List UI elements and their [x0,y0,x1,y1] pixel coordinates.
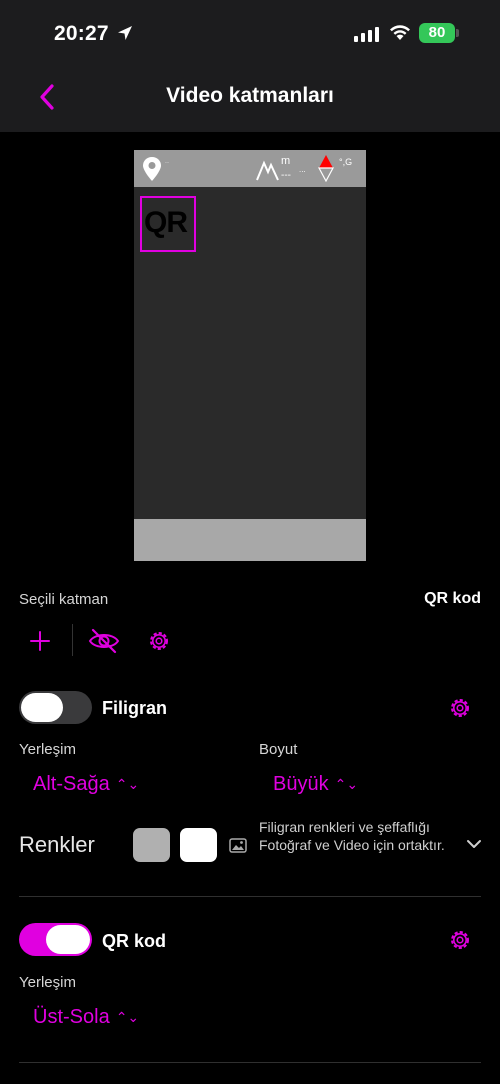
qr-placement-value: Üst-Sola [33,1006,110,1028]
status-time: 20:27 [54,22,109,45]
qr-placement-picker[interactable]: Üst-Sola ⌃⌄ [33,1006,139,1029]
qr-placement-label: Yerleşim [19,974,76,991]
video-preview: --- m --- ... °,G QR [134,150,366,561]
watermark-title: Filigran [102,698,168,718]
section-divider [19,896,481,897]
cellular-signal-icon [354,26,379,42]
watermark-settings-gear-icon[interactable] [447,695,473,721]
status-bar: 20:27 80 [0,0,500,62]
mountain-icon [256,160,279,181]
location-text: --- [165,159,169,164]
battery-icon: 80 [419,23,455,43]
location-pin-icon [143,157,161,181]
qr-settings-gear-icon[interactable] [447,927,473,953]
updown-chevron-icon: ⌃⌄ [334,776,359,793]
watermark-toggle[interactable] [19,691,92,724]
add-layer-plus-icon[interactable] [28,629,52,653]
qr-title: QR kod [102,931,167,951]
toolbar-divider [72,624,73,656]
photo-icon[interactable] [229,838,247,853]
altitude-value: --- [281,170,291,181]
qr-placeholder: QR [144,206,188,239]
watermark-placement-value: Alt-Sağa [33,773,110,795]
watermark-size-picker[interactable]: Büyük ⌃⌄ [273,773,358,796]
eye-slash-icon[interactable] [88,628,120,654]
qr-layer-selection[interactable]: QR [140,196,196,252]
page-title: Video katmanları [166,84,334,107]
colors-label: Renkler [19,832,95,857]
selected-layer-label: Seçili katman [19,591,109,608]
navigation-bar: Video katmanları [0,62,500,132]
watermark-colors-note: Filigran renkleri ve şeffaflığı Fotoğraf… [259,819,445,853]
compass-icon [318,155,334,182]
preview-ellipsis: ... [299,165,306,174]
compass-heading: °,G [339,157,353,167]
updown-chevron-icon: ⌃⌄ [115,1009,140,1026]
watermark-size-value: Büyük [273,773,329,795]
qr-toggle[interactable] [19,923,92,956]
color-swatch-gray[interactable] [133,828,170,862]
wifi-icon [390,25,410,40]
battery-cap [456,29,459,37]
preview-bottom-bar [134,519,366,561]
preview-info-bar: --- m --- ... °,G [134,150,366,187]
selected-layer-value: QR kod [424,590,481,607]
updown-chevron-icon: ⌃⌄ [115,776,140,793]
watermark-placement-label: Yerleşim [19,741,76,758]
watermark-placement-picker[interactable]: Alt-Sağa ⌃⌄ [33,773,139,796]
altitude-unit: m [281,155,291,167]
location-arrow-icon [118,26,132,40]
color-swatch-white[interactable] [180,828,217,862]
section-divider [19,1062,481,1063]
expand-chevron-down-icon[interactable] [464,836,484,852]
watermark-size-label: Boyut [259,741,298,758]
layer-settings-gear-icon[interactable] [146,628,172,654]
